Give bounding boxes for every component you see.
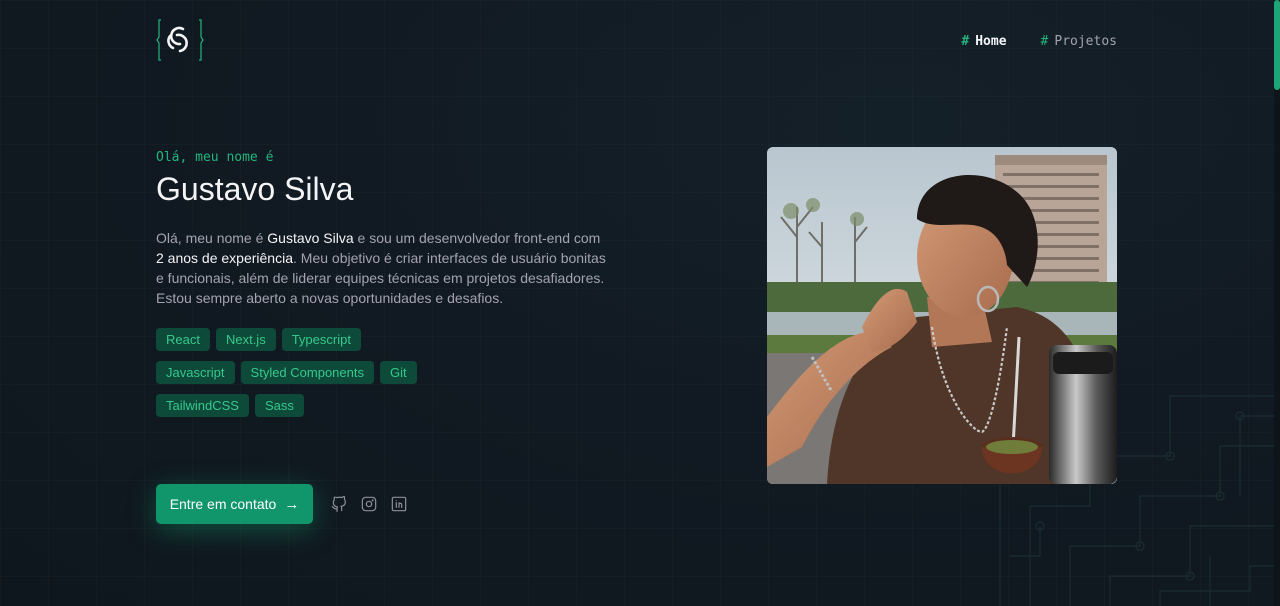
tag-react: React — [156, 328, 210, 351]
tag-typescript: Typescript — [281, 328, 361, 351]
scrollbar-track[interactable] — [1274, 0, 1280, 606]
tag-styled-components: Styled Components — [240, 361, 374, 384]
logo-icon[interactable] — [156, 18, 204, 62]
arrow-right-icon: → — [284, 495, 300, 513]
tag-git: Git — [379, 361, 417, 384]
linkedin-icon[interactable] — [391, 496, 407, 512]
nav-projects-label: Projetos — [1054, 33, 1117, 49]
instagram-icon[interactable] — [361, 496, 377, 512]
social-links — [331, 496, 407, 512]
nav-projects[interactable]: # Projetos — [1041, 34, 1117, 49]
hero-greeting: Olá, meu nome é — [156, 150, 274, 165]
site-header: # Home # Projetos — [156, 18, 1117, 62]
hero-name: Gustavo Silva — [156, 171, 354, 207]
bio-highlight-name: Gustavo Silva — [267, 230, 354, 246]
nav-home-hash: # — [961, 33, 970, 49]
tag-row-3: TailwindCSS Sass — [156, 394, 616, 417]
bio-highlight-experience: 2 anos de experiência — [156, 250, 293, 266]
bio-text-1: Olá, meu nome é — [156, 230, 268, 246]
contact-button-label: Entre em contato — [169, 496, 277, 512]
tag-nextjs: Next.js — [215, 328, 276, 351]
skill-tags: React Next.js Typescript Javascript Styl… — [156, 328, 616, 417]
tag-tailwindcss: TailwindCSS — [156, 394, 249, 417]
profile-photo — [767, 147, 1117, 484]
hero-intro: Olá, meu nome é Gustavo Silva Olá, meu n… — [156, 150, 616, 417]
github-icon[interactable] — [331, 496, 347, 512]
hero-bio: Olá, meu nome é Gustavo Silva e sou um d… — [156, 228, 606, 308]
cta-row: Entre em contato → — [156, 484, 407, 524]
contact-button[interactable]: Entre em contato → — [156, 484, 313, 524]
main-nav: # Home # Projetos — [961, 34, 1117, 49]
tag-javascript: Javascript — [156, 361, 235, 384]
tag-sass: Sass — [254, 394, 304, 417]
scrollbar-thumb[interactable] — [1274, 0, 1280, 90]
tag-row-1: React Next.js Typescript — [156, 328, 616, 351]
bio-text-2: e sou um desenvolvedor front-end com — [353, 230, 601, 246]
nav-projects-hash: # — [1040, 33, 1049, 49]
tag-row-2: Javascript Styled Components Git — [156, 361, 616, 384]
nav-home[interactable]: # Home — [961, 34, 1006, 49]
nav-home-label: Home — [975, 33, 1007, 49]
